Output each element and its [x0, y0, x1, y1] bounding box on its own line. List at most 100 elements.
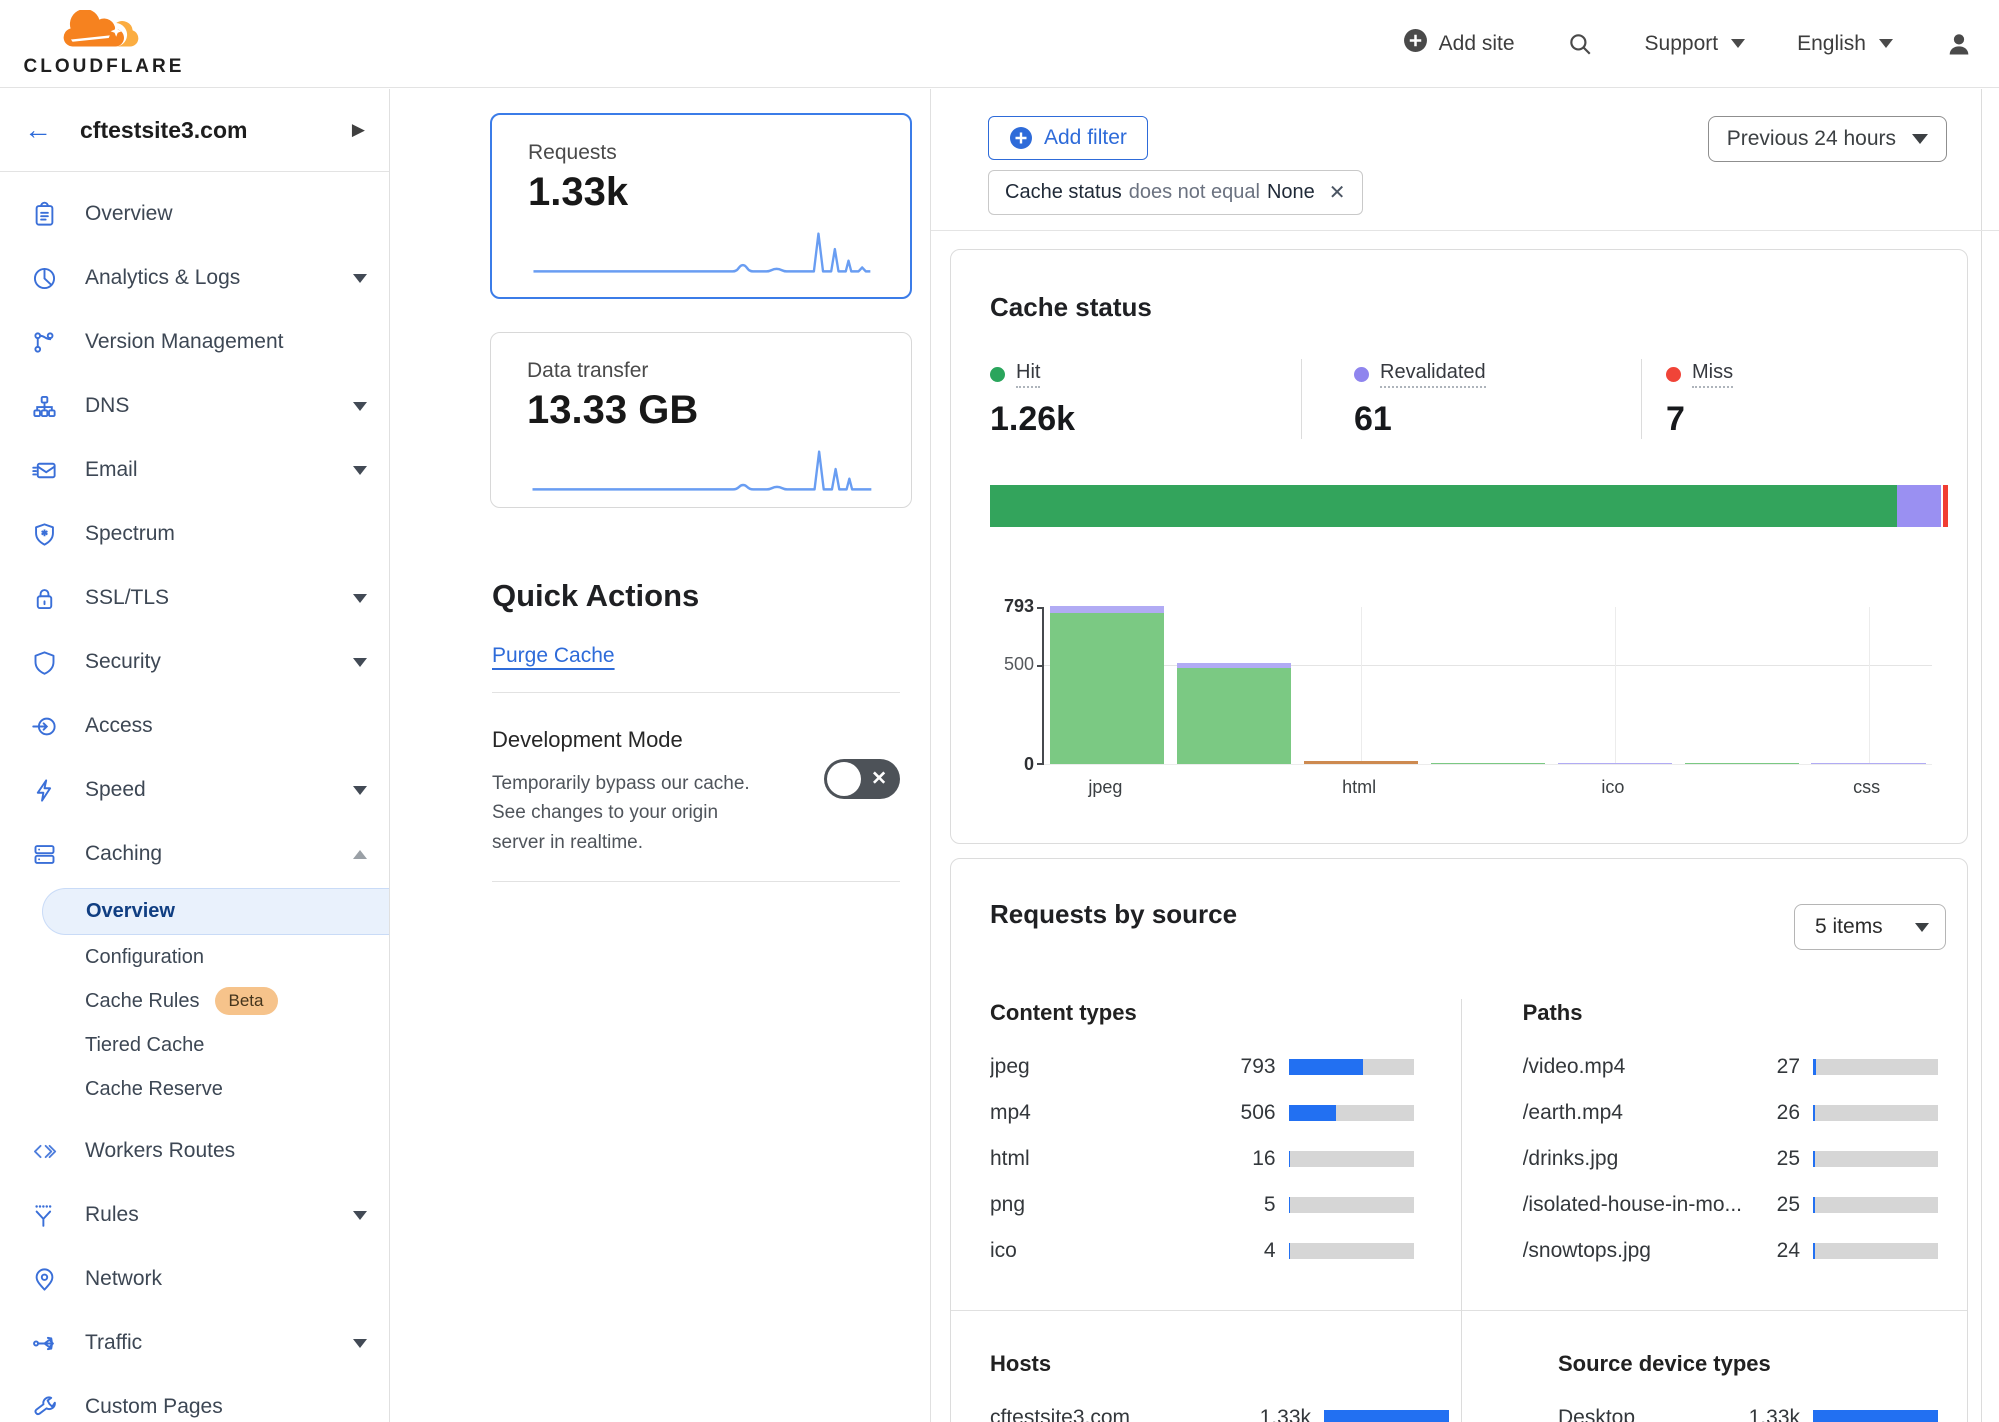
progress-track [1289, 1243, 1414, 1259]
sidebar-item-traffic[interactable]: Traffic [0, 1311, 389, 1375]
chevron-right-icon[interactable]: ▶ [352, 120, 365, 140]
list-item[interactable]: jpeg 793 [990, 1044, 1414, 1090]
cloudflare-logo[interactable]: CLOUDFLARE [20, 10, 188, 78]
hit-dot-icon [990, 367, 1005, 382]
subnav-item-overview[interactable]: Overview [42, 888, 389, 935]
sidebar-item-spectrum[interactable]: Spectrum [0, 502, 389, 566]
bar-ico[interactable] [1558, 763, 1672, 765]
sidebar-item-version-management[interactable]: Version Management [0, 310, 389, 374]
purge-cache-link[interactable]: Purge Cache [492, 644, 615, 668]
progress-fill [1813, 1243, 1815, 1259]
items-count-select[interactable]: 5 items [1794, 904, 1946, 950]
pie-chart-icon [30, 264, 58, 292]
list-item[interactable]: /earth.mp4 26 [1523, 1090, 1938, 1136]
bar-segment-hit [1685, 763, 1799, 765]
x-axis-label-ico: ico [1601, 777, 1624, 798]
sidebar-item-security[interactable]: Security [0, 630, 389, 694]
sidebar-item-email[interactable]: Email [0, 438, 389, 502]
sidebar-item-access[interactable]: Access [0, 694, 389, 758]
x-axis-label-jpeg: jpeg [1088, 777, 1122, 798]
bar-unlabeled-1[interactable] [1177, 663, 1291, 764]
list-item[interactable]: /video.mp4 27 [1523, 1044, 1938, 1090]
add-site-button[interactable]: Add site [1403, 28, 1515, 59]
time-range-select[interactable]: Previous 24 hours [1708, 116, 1947, 162]
revalidated-dot-icon [1354, 367, 1369, 382]
miss-value: 7 [1666, 400, 1946, 439]
chevron-down-icon [1879, 39, 1893, 48]
divider [492, 692, 900, 693]
list-item[interactable]: /isolated-house-in-mo... 25 [1523, 1182, 1938, 1228]
chevron-down-icon [353, 594, 367, 603]
bar-segment-revalidated [1050, 606, 1164, 613]
chart-x-axis-labels: jpeghtmlicocss [1042, 777, 1932, 801]
caching-subnav: Overview Configuration Cache Rules Beta … [0, 888, 389, 1111]
chevron-down-icon [353, 466, 367, 475]
list-item[interactable]: /drinks.jpg 25 [1523, 1136, 1938, 1182]
sidebar-item-caching[interactable]: Caching [0, 822, 389, 886]
list-item[interactable]: mp4 506 [990, 1090, 1414, 1136]
chevron-down-icon [353, 274, 367, 283]
development-mode-toggle[interactable]: ✕ [824, 759, 900, 799]
revalidated-value: 61 [1354, 400, 1641, 439]
shield-asterisk-icon [30, 520, 58, 548]
bar-segment-other [1304, 761, 1418, 764]
list-item[interactable]: png 5 [990, 1182, 1414, 1228]
list-item[interactable]: /snowtops.jpg 24 [1523, 1228, 1938, 1274]
bar-jpeg[interactable] [1050, 606, 1164, 764]
bar-unlabeled-3[interactable] [1431, 763, 1545, 765]
requests-metric-card[interactable]: Requests 1.33k [490, 113, 912, 299]
chevron-down-icon [353, 402, 367, 411]
sidebar-item-dns[interactable]: DNS [0, 374, 389, 438]
user-avatar-icon[interactable] [1945, 30, 1973, 58]
close-icon[interactable]: ✕ [1329, 180, 1346, 205]
progress-track [1813, 1151, 1938, 1167]
legend-miss: Miss 7 [1641, 359, 1946, 439]
subnav-item-cache-rules[interactable]: Cache Rules Beta [0, 979, 389, 1023]
legend-hit: Hit 1.26k [990, 359, 1301, 439]
scrollbar-track[interactable] [1981, 89, 1982, 1422]
cache-status-filter-chip[interactable]: Cache status does not equal None ✕ [988, 170, 1363, 215]
sidebar-item-workers-routes[interactable]: Workers Routes [0, 1119, 389, 1183]
add-filter-button[interactable]: Add filter [988, 116, 1148, 160]
subnav-item-cache-reserve[interactable]: Cache Reserve [0, 1067, 389, 1111]
sidebar-item-network[interactable]: Network [0, 1247, 389, 1311]
sidebar-item-analytics-logs[interactable]: Analytics & Logs [0, 246, 389, 310]
sidebar-item-custom-pages[interactable]: Custom Pages [0, 1375, 389, 1422]
language-menu[interactable]: English [1797, 32, 1893, 56]
subnav-item-tiered-cache[interactable]: Tiered Cache [0, 1023, 389, 1067]
y-axis-tick-label: 0 [1024, 754, 1034, 775]
gridline [1361, 607, 1362, 764]
list-item[interactable]: html 16 [990, 1136, 1414, 1182]
bar-unlabeled-5[interactable] [1685, 763, 1799, 765]
subnav-item-configuration[interactable]: Configuration [0, 935, 389, 979]
cache-status-legend: Hit 1.26k Revalidated 61 Miss [990, 359, 1946, 439]
site-header: ← cftestsite3.com ▶ [0, 89, 389, 172]
requests-by-source-card: Requests by source 5 items Content types… [950, 858, 1968, 1422]
support-menu[interactable]: Support [1645, 32, 1746, 56]
paths-column: Paths /video.mp4 27 /earth.mp4 26 [1523, 1000, 1946, 1274]
chevron-down-icon [353, 1211, 367, 1220]
progress-fill [1813, 1410, 1938, 1422]
legend-revalidated: Revalidated 61 [1301, 359, 1641, 439]
sidebar: ← cftestsite3.com ▶ Overview Analytics &… [0, 89, 390, 1422]
bar-html[interactable] [1304, 761, 1418, 764]
sidebar-item-overview[interactable]: Overview [0, 182, 389, 246]
progress-track [1289, 1197, 1414, 1213]
data-transfer-metric-card[interactable]: Data transfer 13.33 GB [490, 332, 912, 508]
search-icon[interactable] [1567, 31, 1593, 57]
list-item[interactable]: Desktop 1.33k [1558, 1395, 1938, 1422]
sidebar-item-rules[interactable]: Rules [0, 1183, 389, 1247]
y-axis-tick [1037, 763, 1044, 765]
filter-bar: Add filter Cache status does not equal N… [931, 89, 1999, 231]
summary-segment-hit [990, 485, 1897, 527]
sidebar-item-ssl-tls[interactable]: SSL/TLS [0, 566, 389, 630]
list-item[interactable]: ico 4 [990, 1228, 1414, 1274]
bar-css[interactable] [1811, 763, 1925, 765]
chevron-down-icon [1915, 923, 1929, 932]
filter-field: Cache status [1005, 181, 1122, 204]
back-arrow-icon[interactable]: ← [24, 116, 52, 144]
list-item[interactable]: cftestsite3.com 1.33k [990, 1395, 1449, 1422]
sidebar-item-speed[interactable]: Speed [0, 758, 389, 822]
chevron-down-icon [353, 658, 367, 667]
access-arrow-icon [30, 712, 58, 740]
